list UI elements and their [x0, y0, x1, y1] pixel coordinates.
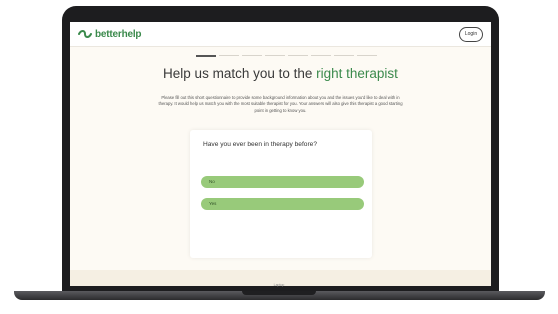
- top-bar: betterhelp Login: [70, 22, 491, 47]
- logo-text: betterhelp: [95, 28, 142, 40]
- question-text: Have you ever been in therapy before?: [203, 141, 317, 148]
- intro-text: Please fill out this short questionnaire…: [158, 95, 403, 113]
- answer-option-yes[interactable]: Yes: [201, 198, 364, 210]
- progress-step: [219, 55, 239, 56]
- progress-step: [265, 55, 285, 56]
- page-title: Help us match you to the right therapist: [70, 66, 491, 81]
- progress-step: [311, 55, 331, 56]
- app-screen: betterhelp Login Help us match you to th…: [70, 22, 491, 286]
- laptop-notch: [242, 291, 316, 295]
- progress-step: [242, 55, 262, 56]
- betterhelp-leaf-icon: [78, 30, 92, 38]
- progress-step: [334, 55, 354, 56]
- progress-indicator: [196, 55, 377, 57]
- progress-step: [357, 55, 377, 56]
- title-accent: right therapist: [316, 66, 398, 81]
- title-prefix: Help us match you to the: [163, 66, 317, 81]
- question-card: Have you ever been in therapy before? No…: [190, 130, 372, 258]
- logo[interactable]: betterhelp: [78, 28, 142, 40]
- login-button[interactable]: Login: [459, 27, 483, 42]
- progress-step: [288, 55, 308, 56]
- answer-option-no[interactable]: No: [201, 176, 364, 188]
- device-label: Laptop: [273, 283, 285, 287]
- progress-step: [196, 55, 216, 57]
